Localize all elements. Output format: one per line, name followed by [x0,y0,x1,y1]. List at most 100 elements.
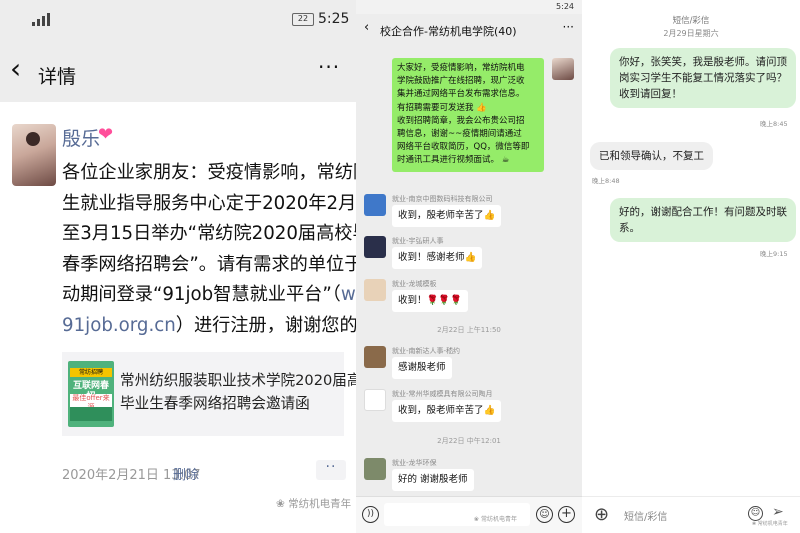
incoming-sms-bubble[interactable]: 已和领导确认，不复工 [590,142,713,170]
sms-line: 系。 [619,222,640,234]
send-icon[interactable]: ➢ [772,504,784,520]
my-avatar[interactable] [552,58,574,80]
sms-line: 好的，谢谢配合工作！有问题及时联 [619,206,787,218]
post-line: 生就业指导服务中心定于2020年2月15日 [62,192,356,214]
sender-avatar[interactable] [364,194,386,216]
watermark-text: 常纺机电青年 [288,498,352,510]
chat-title: 校企合作-常纺机电学院(40) [380,25,517,38]
delete-link[interactable]: 删除 [173,464,199,483]
message-text: 收到！ [398,295,427,306]
heart-icon: ❤ [98,124,114,145]
sender-avatar[interactable] [364,236,386,258]
sender-name: 就业-南京中图数码科技有限公司 [392,195,493,203]
chat-header: ‹ 校企合作-常纺机电学院(40) ··· [356,14,582,46]
thumbs-up-emoji-icon: 👍 [464,252,477,263]
author-name[interactable]: 殷乐 [62,124,100,151]
sender-avatar[interactable] [364,458,386,480]
sms-input[interactable]: 短信/彩信 [624,508,667,523]
message-text: 感谢殷老师 [398,362,446,373]
post-link[interactable]: 91job.org.cn [62,315,176,336]
status-bar: 5:24 [356,0,582,14]
my-message-bubble[interactable]: 大家好，受疫情影响，常纺院机电 学院鼓励推广在线招聘，现广泛收 集并通过网络平台… [392,58,544,172]
sms-line: 已和领导确认，不复工 [599,150,704,162]
link-title-line: 毕业生春季网络招聘会邀请函 [120,395,310,412]
voice-icon[interactable]: )) [362,506,379,523]
more-options-icon[interactable]: ··· [563,20,574,34]
thumbs-up-emoji-icon: 👍 [483,405,496,416]
sender-name: 就业-龙华环保 [392,459,437,467]
page-title: 详情 [38,66,77,88]
battery-icon: 22 [292,13,314,26]
comment-button[interactable]: ·· [316,460,346,480]
thumbs-up-emoji-icon: 👍 [483,210,496,221]
message-text: 收到，殷老师辛苦了 [398,405,484,416]
message-text: 收到，殷老师辛苦了 [398,210,484,221]
sender-name: 就业-常州华威模具有限公司陶月 [392,390,493,398]
link-title-line: 常州纺织服装职业技术学院2020届高校 [120,372,356,389]
sms-time: 晚上8:45 [760,120,788,128]
post-line-text: ）进行注册，谢谢您的支持！ [175,314,356,336]
sms-panel: 短信/彩信 2月29日星期六 你好，张笑笑，我是殷老师。请问顶 岗实习学生不能复… [582,0,800,533]
more-options-icon[interactable]: ··· [318,55,340,79]
add-attachment-icon[interactable]: ⊕ [594,504,609,525]
rose-emoji-icon: 🌹🌹🌹 [426,295,463,306]
watermark-text: 常纺机电青年 [480,516,517,523]
message-bubble[interactable]: 收到，殷老师辛苦了👍 [392,205,502,227]
post-line: 春季网络招聘会”。请有需求的单位于活 [62,253,356,275]
sender-name: 就业-龙城模板 [392,280,437,288]
message-line: 收到招聘简章，我会公布贵公司招 [397,115,525,126]
emoji-icon: ☕ [501,155,510,166]
nav-header: ‹ 详情 ··· [0,40,356,102]
status-time: 5:24 [556,2,574,11]
sms-line: 你好，张笑笑，我是殷老师。请问顶 [619,56,787,68]
message-text: 好的 谢谢殷老师 [398,474,468,485]
group-chat-panel: 5:24 ‹ 校企合作-常纺机电学院(40) ··· 大家好，受疫情影响，常纺院… [356,0,582,533]
message-bubble[interactable]: 收到！感谢老师👍 [392,247,483,269]
author-avatar[interactable] [12,124,56,186]
message-bubble[interactable]: 收到！🌹🌹🌹 [392,290,469,312]
message-bubble[interactable]: 好的 谢谢殷老师 [392,469,474,491]
chat-timestamp: 2月22日 中午12:01 [437,437,501,445]
sms-header-date: 2月29日星期六 [663,29,719,38]
sender-avatar[interactable] [364,279,386,301]
post-line: 动期间登录“91job智慧就业平台”（www. [62,280,356,311]
post-line: 至3月15日举办“常纺院2020届高校毕业生 [62,223,356,244]
message-bubble[interactable]: 感谢殷老师 [392,357,452,379]
sender-avatar[interactable] [364,346,386,368]
sender-name: 就业-宇弘研人事 [392,237,444,245]
back-chevron-icon[interactable]: ‹ [10,54,21,84]
sms-line: 岗实习学生不能复工情况落实了吗？ [619,72,787,84]
message-line-text: 时通讯工具进行视频面试。 [397,155,500,166]
shared-link-card[interactable]: 常纺招聘 互联网春招 最佳offer来源 常州纺织服装职业技术学院2020届高校… [62,352,356,436]
chat-timestamp: 2月22日 上午11:50 [437,326,501,334]
message-line: 学院鼓励推广在线招聘，现广泛收 [397,76,525,87]
sms-input-bar: ⊕ 短信/彩信 ☺ ➢ [582,496,800,533]
emoji-icon[interactable]: ☺ [536,506,553,523]
link-thumbnail: 常纺招聘 互联网春招 最佳offer来源 [68,361,114,427]
outgoing-sms-bubble[interactable]: 好的，谢谢配合工作！有问题及时联 系。 [610,198,796,242]
message-line: 网络平台收取简历，QQ，微信等即 [397,142,530,153]
sms-time: 晚上8:48 [592,177,620,185]
post-line-text: 动期间登录“91job智慧就业平台”（ [62,284,341,305]
sms-line: 收到请回复！ [619,88,682,100]
post-line: 91job.org.cn）进行注册，谢谢您的支持！ [62,311,356,342]
emoji-icon[interactable]: ☺ [748,506,763,521]
signal-icon [32,12,52,26]
sender-name: 就业-南新达人事-嵇约 [392,347,461,355]
status-bar: 22 5:25 [0,0,356,40]
watermark: ❀ 常纺机电青年 [474,516,517,523]
chat-input-bar: )) ☺ + [356,496,582,533]
post-link-part[interactable]: www. [341,284,356,305]
back-chevron-icon[interactable]: ‹ [364,20,369,35]
plus-icon[interactable]: + [558,506,575,523]
link-title: 常州纺织服装职业技术学院2020届高校 毕业生春季网络招聘会邀请函 [120,369,356,415]
outgoing-sms-bubble[interactable]: 你好，张笑笑，我是殷老师。请问顶 岗实习学生不能复工情况落实了吗？ 收到请回复！ [610,48,796,108]
message-bubble[interactable]: 收到，殷老师辛苦了👍 [392,400,502,422]
sender-avatar[interactable] [364,389,386,411]
message-text: 收到！感谢老师 [398,252,465,263]
message-line: 集并通过网络平台发布需求信息。 [397,89,525,100]
message-line: 有招聘需要可发送我 👍 [397,102,539,115]
message-line: 聘信息，谢谢~~疫情期间请通过 [397,129,522,140]
message-line: 时通讯工具进行视频面试。 ☕ [397,154,539,167]
message-line: 大家好，受疫情影响，常纺院机电 [397,63,525,73]
